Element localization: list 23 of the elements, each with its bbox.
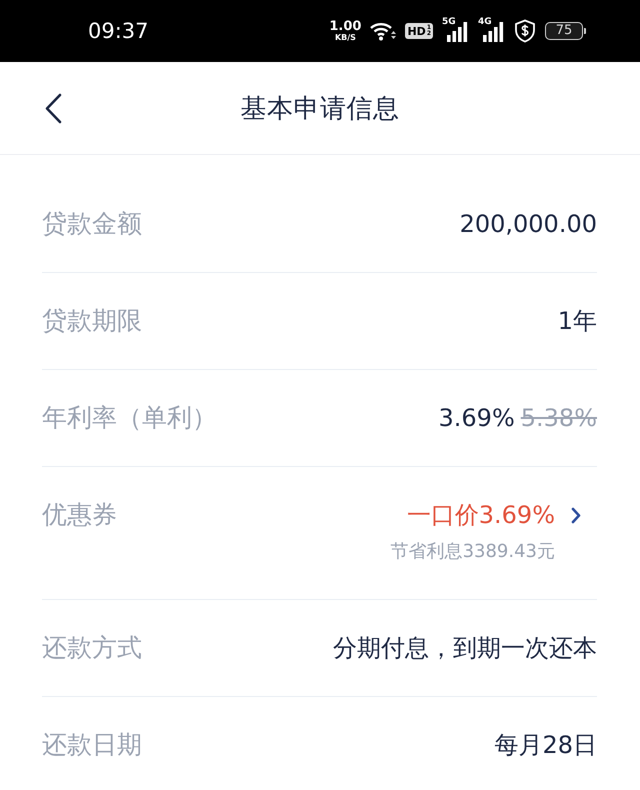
field-label: 优惠券	[42, 501, 117, 529]
shield-dollar-icon	[514, 19, 536, 43]
field-label: 还款日期	[42, 731, 142, 759]
current-rate: 3.69%	[438, 404, 515, 432]
battery-indicator: 75	[545, 22, 586, 40]
page-title: 基本申请信息	[240, 92, 400, 126]
field-label: 年利率（单利）	[42, 404, 217, 432]
field-label: 贷款金额	[42, 210, 142, 238]
chevron-right-icon	[571, 506, 581, 524]
wifi-icon	[370, 21, 396, 41]
field-value: 200,000.00	[460, 210, 597, 238]
field-value: 每月28日	[494, 731, 597, 759]
clock-time: 09:37	[88, 19, 149, 43]
original-rate: 5.38%	[520, 404, 597, 432]
network-speed-unit: KB/S	[334, 34, 356, 42]
network-speed-value: 1.00	[329, 20, 362, 33]
field-label: 还款方式	[42, 634, 142, 662]
savings-note: 节省利息3389.43元	[390, 541, 555, 563]
coupon-value[interactable]: 一口价3.69%	[406, 501, 555, 529]
field-label: 贷款期限	[42, 307, 142, 335]
field-value: 1年	[558, 307, 597, 335]
field-value: 分期付息，到期一次还本	[333, 634, 597, 662]
chevron-left-icon	[44, 92, 62, 124]
